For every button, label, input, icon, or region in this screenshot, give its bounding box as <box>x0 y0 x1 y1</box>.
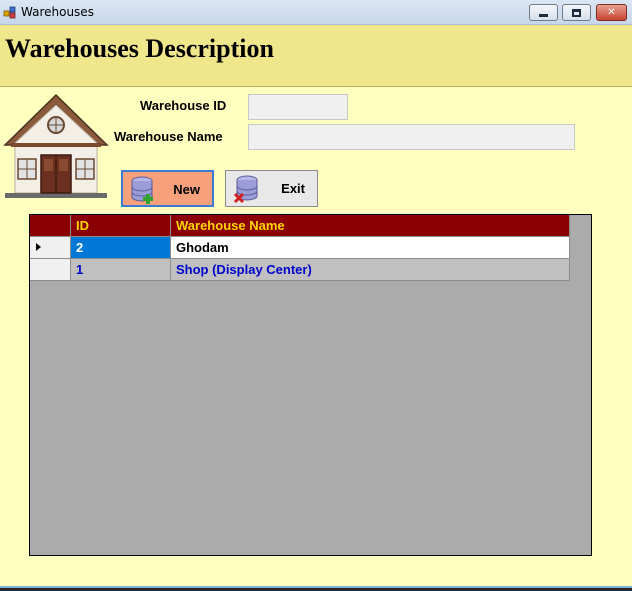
window-title: Warehouses <box>21 5 94 19</box>
window-bottom-border <box>0 586 632 591</box>
new-button-label: New <box>173 182 200 197</box>
warehouse-id-label: Warehouse ID <box>140 98 227 113</box>
close-icon: ✕ <box>607 7 616 18</box>
exit-button[interactable]: Exit <box>225 170 318 207</box>
cell-id[interactable]: 2 <box>71 237 171 259</box>
cell-id[interactable]: 1 <box>71 259 171 281</box>
warehouses-grid[interactable]: ID Warehouse Name 2 Ghodam 1 Shop (Displ… <box>29 214 592 556</box>
row-selector[interactable] <box>30 259 71 281</box>
new-button[interactable]: New <box>121 170 214 207</box>
cell-warehouse-name[interactable]: Shop (Display Center) <box>171 259 570 281</box>
row-selector[interactable] <box>30 237 71 259</box>
house-icon <box>3 93 109 198</box>
title-bar: Warehouses ✕ <box>0 0 632 25</box>
exit-button-label: Exit <box>281 181 305 196</box>
page-title: Warehouses Description <box>5 34 274 63</box>
row-header-corner[interactable] <box>30 215 71 237</box>
minimize-icon <box>539 14 548 17</box>
grid-header-row: ID Warehouse Name <box>30 215 570 237</box>
warehouse-name-label: Warehouse Name <box>114 129 223 144</box>
close-button[interactable]: ✕ <box>596 4 627 21</box>
maximize-button[interactable] <box>562 4 591 21</box>
app-icon <box>3 6 16 19</box>
header-band: Warehouses Description <box>0 25 632 87</box>
table-row[interactable]: 2 Ghodam <box>30 237 570 259</box>
column-header-id[interactable]: ID <box>71 215 171 237</box>
warehouse-id-field[interactable] <box>248 94 348 120</box>
database-remove-icon <box>233 175 258 204</box>
current-row-arrow-icon <box>36 243 41 251</box>
maximize-icon <box>572 8 581 17</box>
minimize-button[interactable] <box>529 4 558 21</box>
database-add-icon <box>131 176 153 204</box>
column-header-warehouse-name[interactable]: Warehouse Name <box>171 215 570 237</box>
warehouse-name-field[interactable] <box>248 124 575 150</box>
table-row[interactable]: 1 Shop (Display Center) <box>30 259 570 281</box>
cell-warehouse-name[interactable]: Ghodam <box>171 237 570 259</box>
